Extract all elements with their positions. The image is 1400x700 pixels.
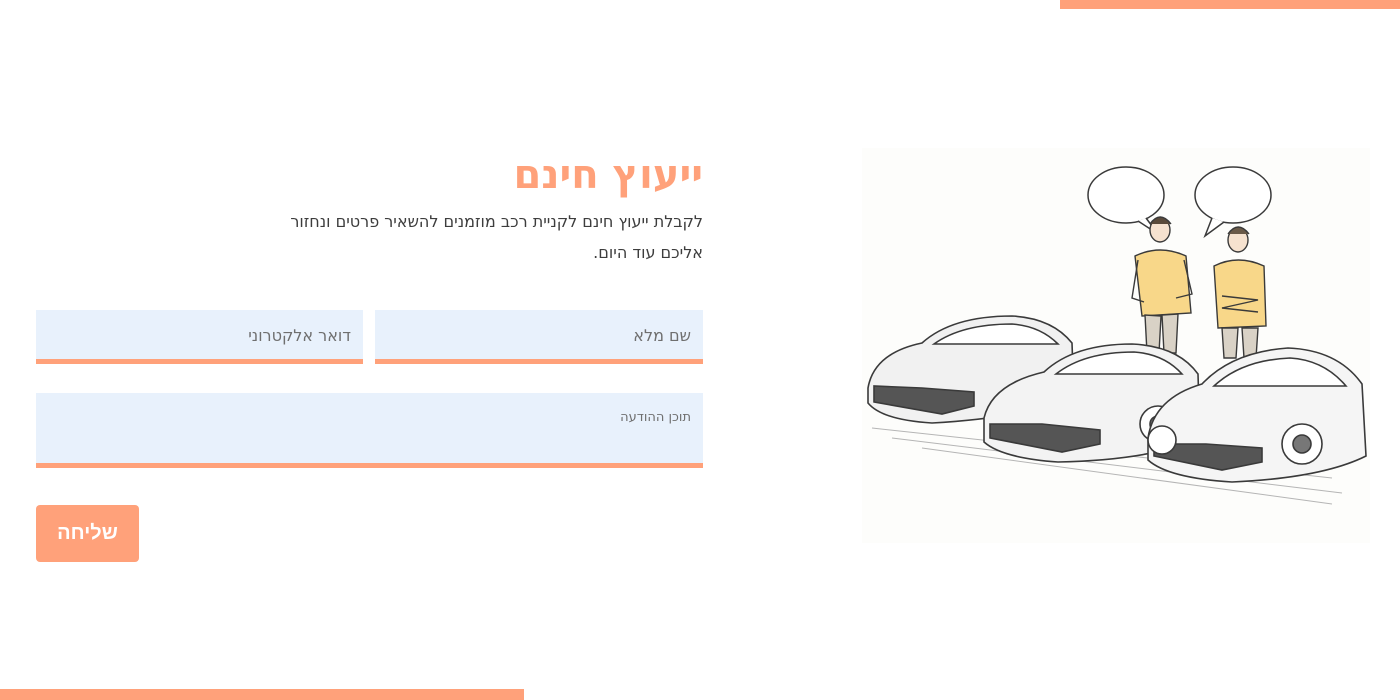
top-accent-bar xyxy=(1060,0,1400,9)
page-subtitle: לקבלת ייעוץ חינם לקניית רכב מוזמנים להשא… xyxy=(290,212,703,262)
bottom-accent-bar xyxy=(0,689,524,700)
email-field[interactable]: דואר אלקטרוני xyxy=(36,310,363,364)
speech-bubble-left-icon xyxy=(1087,166,1165,224)
full-name-field[interactable]: שם מלא xyxy=(375,310,703,364)
cars-consultation-illustration xyxy=(862,148,1370,543)
send-button[interactable]: שליחה xyxy=(36,505,139,562)
full-name-placeholder: שם מלא xyxy=(633,326,691,345)
message-field[interactable]: תוכן ההודעה xyxy=(36,393,703,468)
message-placeholder: תוכן ההודעה xyxy=(620,410,691,425)
cars-sketch-image xyxy=(867,166,1367,505)
page-title: ייעוץ חינם xyxy=(513,152,703,198)
email-placeholder: דואר אלקטרוני xyxy=(248,326,351,345)
speech-bubble-right-icon xyxy=(1194,166,1272,224)
person-left-icon xyxy=(1131,216,1193,354)
person-right-icon xyxy=(1213,226,1267,359)
